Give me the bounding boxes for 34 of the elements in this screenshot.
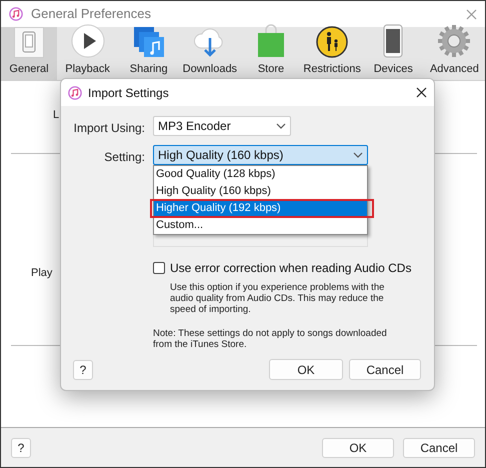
description-text: Use this option if you experience problems with the audio quality from Audio CDs. This may reduce the speed of importing.	[170, 282, 386, 315]
chevron-down-icon	[353, 152, 363, 158]
close-icon[interactable]	[416, 87, 427, 98]
help-button[interactable]: ?	[11, 438, 31, 458]
dropdown-option[interactable]: High Quality (160 kbps)	[154, 183, 367, 200]
checkbox-label[interactable]: Use error correction when reading Audio CDs	[170, 259, 412, 277]
toolbar-tab[interactable]: Downloads	[179, 27, 240, 80]
toolbar-tab[interactable]: General	[1, 27, 57, 80]
phone-icon	[22, 31, 36, 54]
toolbar-tab[interactable]: Store	[240, 27, 302, 80]
setting-label: Play	[31, 266, 52, 281]
setting-label: L	[53, 108, 60, 123]
toolbar-tab[interactable]: Restrictions	[302, 27, 363, 80]
checkbox[interactable]	[153, 262, 165, 274]
dialog-title: Import Settings	[88, 84, 169, 102]
note-text: Note: These settings do not apply to songs downloaded from the iTunes Store.	[153, 328, 388, 350]
dropdown-option[interactable]: Good Quality (128 kbps)	[154, 166, 367, 183]
import-using-dropdown[interactable]: MP3 Encoder	[153, 116, 291, 136]
toolbar-tab[interactable]: Advanced	[424, 27, 485, 80]
import-using-label: Import Using:	[74, 120, 145, 137]
ok-button[interactable]: OK	[269, 359, 343, 380]
setting-label: Setting:	[104, 149, 145, 166]
dropdown-option[interactable]: Custom...	[154, 217, 367, 234]
music-note-icon	[9, 7, 23, 21]
parent-child-icon	[316, 26, 348, 58]
ok-button[interactable]: OK	[322, 438, 394, 458]
setting-dropdown[interactable]: High Quality (160 kbps)	[153, 145, 368, 165]
window-title: General Preferences	[31, 5, 151, 24]
toolbar-tab[interactable]: Playback	[57, 27, 118, 80]
help-button[interactable]: ?	[73, 360, 93, 380]
cancel-button[interactable]: Cancel	[349, 359, 421, 380]
music-note-icon	[68, 86, 82, 100]
cancel-button[interactable]: Cancel	[403, 438, 475, 458]
chevron-down-icon	[276, 123, 286, 129]
